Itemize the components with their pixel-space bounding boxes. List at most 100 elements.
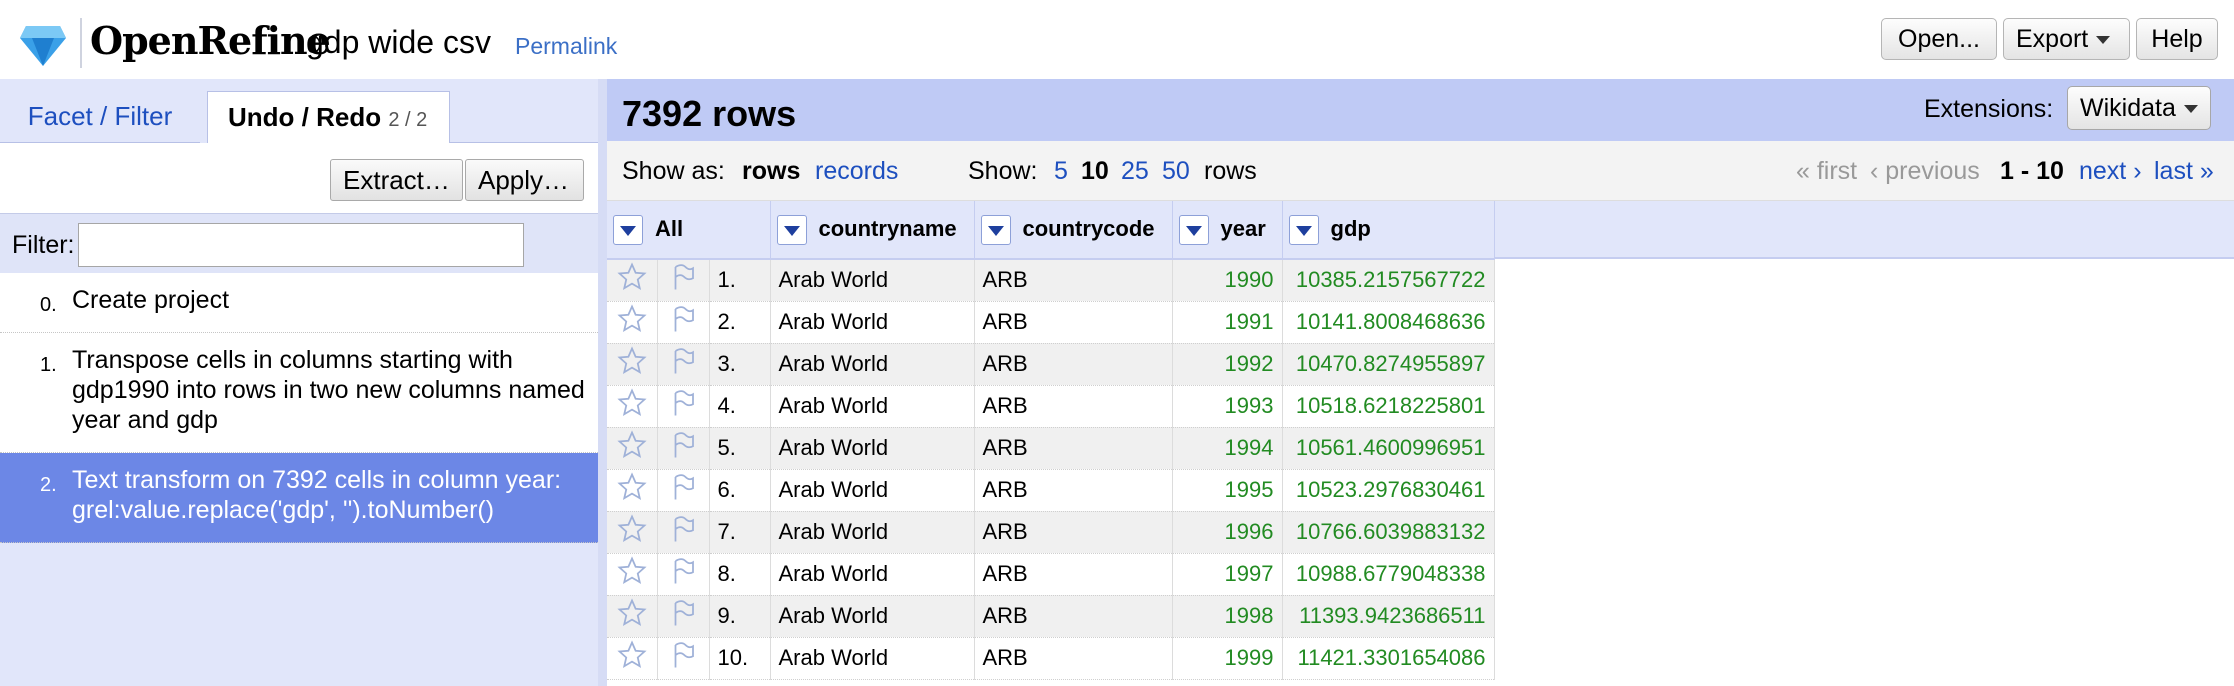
- cell-gdp[interactable]: 10385.2157567722: [1282, 259, 1495, 302]
- cell-gdp[interactable]: 10141.8008468636: [1282, 301, 1495, 344]
- export-button[interactable]: Export: [2003, 18, 2130, 60]
- openrefine-logo-icon[interactable]: [20, 24, 66, 66]
- show-as-rows[interactable]: rows: [742, 157, 800, 186]
- star-icon[interactable]: [607, 637, 658, 680]
- star-icon[interactable]: [607, 259, 658, 302]
- star-icon[interactable]: [607, 385, 658, 428]
- dropdown-arrow-icon[interactable]: [613, 214, 643, 245]
- flag-icon[interactable]: [657, 385, 710, 428]
- flag-icon[interactable]: [657, 301, 710, 344]
- star-icon[interactable]: [607, 343, 658, 386]
- column-header-year[interactable]: year: [1172, 201, 1283, 260]
- cell-year[interactable]: 1998: [1172, 595, 1283, 638]
- dropdown-arrow-icon[interactable]: [776, 214, 807, 245]
- open-button[interactable]: Open...: [1881, 18, 1997, 60]
- cell-year[interactable]: 1997: [1172, 553, 1283, 596]
- flag-icon[interactable]: [657, 637, 710, 680]
- cell-countryname[interactable]: Arab World: [770, 595, 975, 638]
- cell-gdp[interactable]: 10988.6779048338: [1282, 553, 1495, 596]
- column-header-gdp[interactable]: gdp: [1282, 201, 1495, 260]
- filter-input[interactable]: [78, 223, 524, 267]
- flag-icon[interactable]: [657, 511, 710, 554]
- cell-countrycode[interactable]: ARB: [974, 511, 1173, 554]
- cell-gdp[interactable]: 11421.3301654086: [1282, 637, 1495, 680]
- cell-countryname[interactable]: Arab World: [770, 427, 975, 470]
- column-header-countrycode[interactable]: countrycode: [974, 201, 1173, 260]
- show-label: Show:: [968, 157, 1038, 185]
- pager-last[interactable]: last »: [2154, 157, 2214, 186]
- cell-countrycode[interactable]: ARB: [974, 427, 1173, 470]
- star-icon[interactable]: [607, 511, 658, 554]
- flag-icon[interactable]: [657, 427, 710, 470]
- cell-year[interactable]: 1999: [1172, 637, 1283, 680]
- cell-countryname[interactable]: Arab World: [770, 511, 975, 554]
- cell-countryname[interactable]: Arab World: [770, 553, 975, 596]
- star-icon[interactable]: [607, 595, 658, 638]
- pager-previous[interactable]: ‹ previous: [1870, 157, 1980, 186]
- cell-countryname[interactable]: Arab World: [770, 343, 975, 386]
- page-size-10[interactable]: 10: [1081, 157, 1109, 186]
- flag-icon[interactable]: [657, 343, 710, 386]
- star-icon[interactable]: [607, 553, 658, 596]
- flag-icon[interactable]: [657, 469, 710, 512]
- history-item-0[interactable]: 0. Create project: [0, 273, 598, 333]
- flag-icon[interactable]: [657, 553, 710, 596]
- cell-countrycode[interactable]: ARB: [974, 553, 1173, 596]
- extract-button[interactable]: Extract…: [330, 159, 463, 201]
- column-header-all[interactable]: All: [607, 201, 771, 260]
- flag-icon[interactable]: [657, 259, 710, 302]
- pager-first[interactable]: « first: [1796, 157, 1857, 186]
- cell-gdp[interactable]: 11393.9423686511: [1282, 595, 1495, 638]
- cell-gdp[interactable]: 10766.6039883132: [1282, 511, 1495, 554]
- cell-countrycode[interactable]: ARB: [974, 343, 1173, 386]
- cell-countryname[interactable]: Arab World: [770, 259, 975, 302]
- cell-countrycode[interactable]: ARB: [974, 637, 1173, 680]
- column-header-countryname[interactable]: countryname: [770, 201, 975, 260]
- cell-year[interactable]: 1992: [1172, 343, 1283, 386]
- cell-countryname[interactable]: Arab World: [770, 385, 975, 428]
- page-size-50[interactable]: 50: [1162, 157, 1190, 186]
- star-icon[interactable]: [607, 301, 658, 344]
- cell-countrycode[interactable]: ARB: [974, 595, 1173, 638]
- page-size-25[interactable]: 25: [1121, 157, 1149, 186]
- cell-countryname[interactable]: Arab World: [770, 469, 975, 512]
- cell-year[interactable]: 1995: [1172, 469, 1283, 512]
- dropdown-arrow-icon[interactable]: [1288, 214, 1319, 245]
- cell-year[interactable]: 1994: [1172, 427, 1283, 470]
- show-as-records[interactable]: records: [815, 157, 898, 186]
- cell-countrycode[interactable]: ARB: [974, 301, 1173, 344]
- cell-gdp[interactable]: 10470.8274955897: [1282, 343, 1495, 386]
- chevron-down-icon: [2183, 105, 2198, 114]
- cell-year[interactable]: 1996: [1172, 511, 1283, 554]
- star-icon[interactable]: [607, 469, 658, 512]
- tab-undo-redo[interactable]: Undo / Redo 2 / 2: [207, 91, 450, 143]
- cell-gdp[interactable]: 10518.6218225801: [1282, 385, 1495, 428]
- cell-year[interactable]: 1990: [1172, 259, 1283, 302]
- cell-countrycode[interactable]: ARB: [974, 259, 1173, 302]
- cell-countryname[interactable]: Arab World: [770, 301, 975, 344]
- dropdown-arrow-icon[interactable]: [980, 214, 1011, 245]
- star-icon[interactable]: [607, 427, 658, 470]
- apply-button[interactable]: Apply…: [465, 159, 584, 201]
- cell-year[interactable]: 1991: [1172, 301, 1283, 344]
- tab-facet-filter[interactable]: Facet / Filter: [0, 91, 200, 143]
- cell-gdp[interactable]: 10561.4600996951: [1282, 427, 1495, 470]
- flag-icon[interactable]: [657, 595, 710, 638]
- cell-countryname[interactable]: Arab World: [770, 637, 975, 680]
- history-item-1[interactable]: 1. Transpose cells in columns starting w…: [0, 333, 598, 453]
- cell-year[interactable]: 1993: [1172, 385, 1283, 428]
- cell-countrycode[interactable]: ARB: [974, 469, 1173, 512]
- cell-gdp[interactable]: 10523.2976830461: [1282, 469, 1495, 512]
- help-button-label: Help: [2151, 25, 2203, 53]
- pager-next[interactable]: next ›: [2079, 157, 2142, 186]
- panel-divider[interactable]: [598, 79, 607, 686]
- project-name[interactable]: gdp wide csv: [306, 24, 491, 61]
- cell-countrycode[interactable]: ARB: [974, 385, 1173, 428]
- page-size-5[interactable]: 5: [1054, 157, 1068, 186]
- app-name[interactable]: OpenRefine: [90, 18, 331, 63]
- permalink-link[interactable]: Permalink: [515, 33, 617, 60]
- help-button[interactable]: Help: [2136, 18, 2218, 60]
- dropdown-arrow-icon[interactable]: [1178, 214, 1209, 245]
- extensions-dropdown[interactable]: Wikidata: [2067, 86, 2211, 130]
- history-item-2[interactable]: 2. Text transform on 7392 cells in colum…: [0, 453, 598, 543]
